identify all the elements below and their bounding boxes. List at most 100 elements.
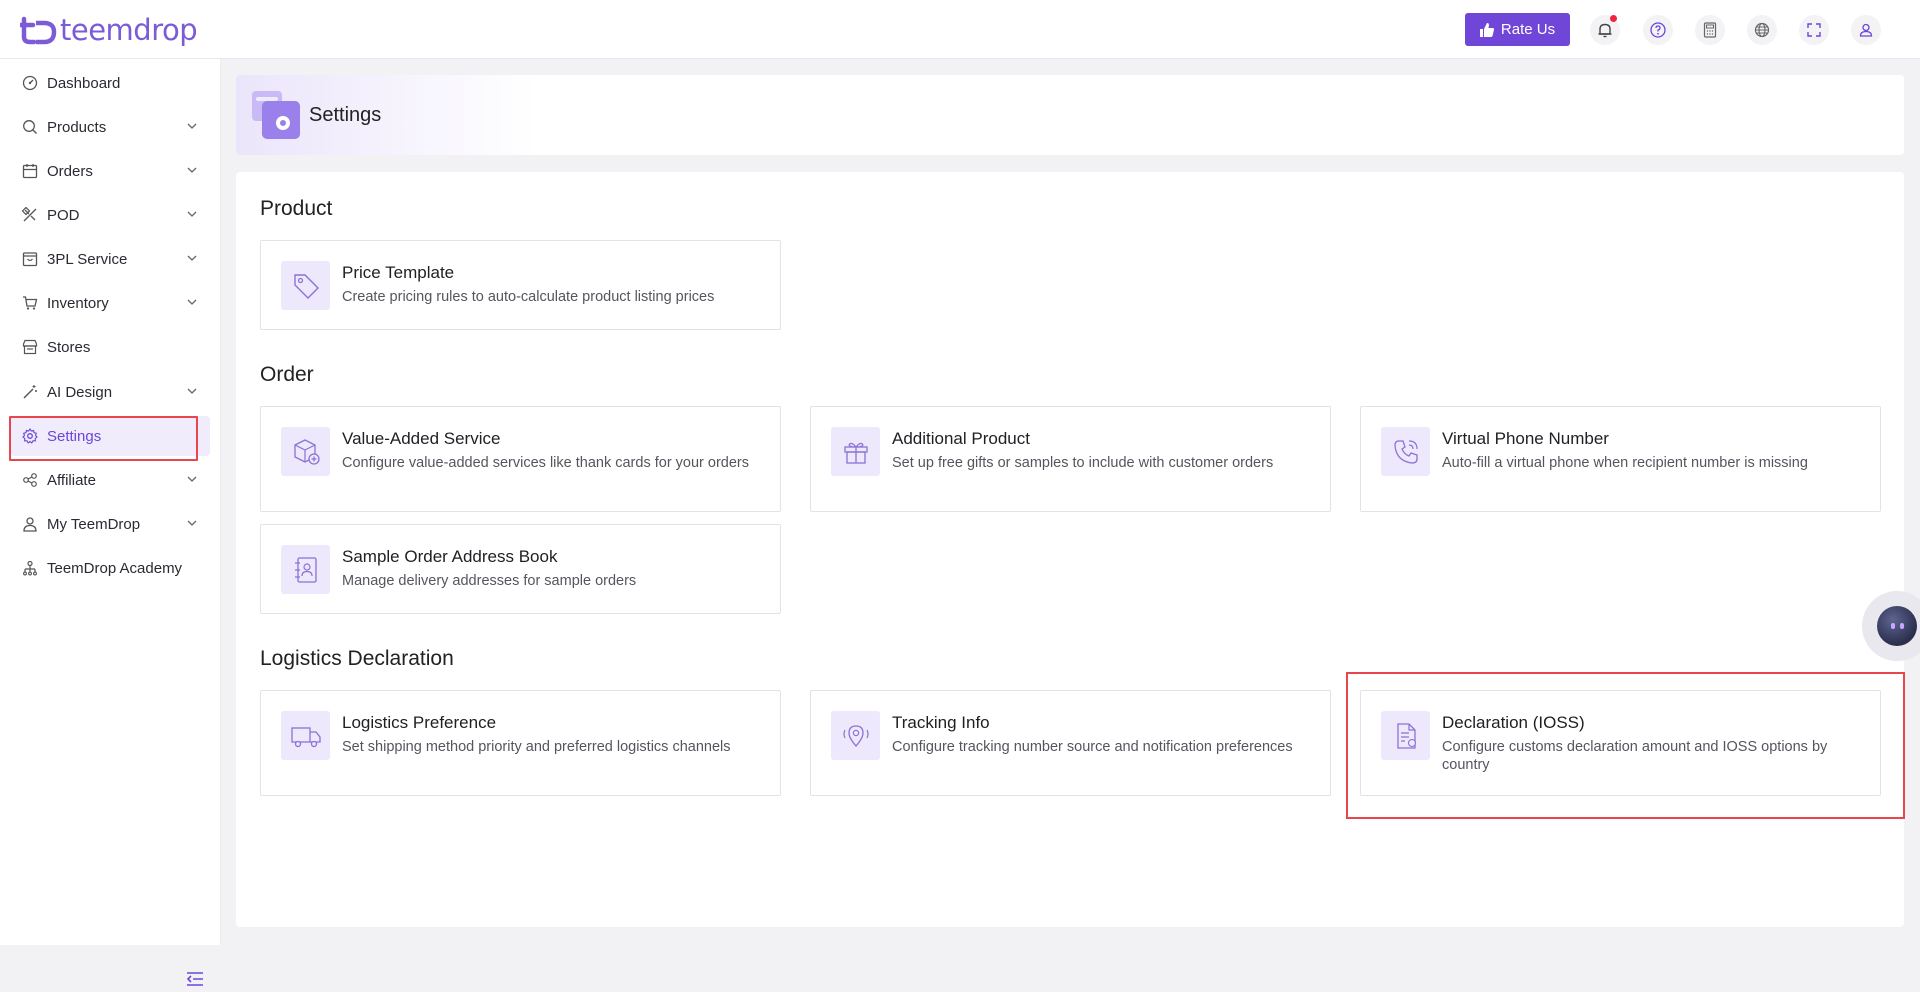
sidebar-item-label: 3PL Service: [47, 250, 128, 268]
chevron-down-icon: [187, 167, 197, 173]
sidebar-item-label: My TeemDrop: [47, 515, 141, 533]
card-title: Price Template: [342, 263, 455, 282]
sidebar-item-stores[interactable]: Stores: [10, 327, 210, 367]
phone-icon: [1381, 427, 1430, 476]
sidebar-item-label: Stores: [47, 338, 91, 356]
card-description: Auto-fill a virtual phone when recipient…: [1442, 455, 1808, 471]
help-icon: [1650, 22, 1666, 38]
notification-dot: [1610, 15, 1617, 22]
gift-icon: [831, 427, 880, 476]
price-tag-icon: [281, 261, 330, 310]
declaration-highlight-box: [1346, 672, 1905, 819]
collapse-sidebar-button[interactable]: [186, 971, 204, 992]
user-icon: [1859, 23, 1873, 37]
sidebar-item-inventory[interactable]: Inventory: [10, 283, 210, 323]
chevron-down-icon: [187, 299, 197, 305]
sidebar-item-label: Affiliate: [47, 471, 96, 489]
location-pin-icon: [831, 711, 880, 760]
package-plus-icon: [281, 427, 330, 476]
dashboard-icon: [21, 74, 39, 92]
card-title: Virtual Phone Number: [1442, 429, 1609, 448]
page-title: Settings: [309, 104, 382, 126]
cart-icon: [21, 294, 39, 312]
calculator-button[interactable]: [1695, 15, 1725, 45]
globe-icon: [1754, 22, 1770, 38]
bell-icon: [1598, 23, 1612, 38]
collapse-menu-icon: [186, 972, 203, 986]
sidebar-item-label: Inventory: [47, 294, 109, 312]
sidebar-item-label: Products: [47, 118, 107, 136]
warehouse-icon: [21, 250, 39, 268]
section-title-logistics: Logistics Declaration: [260, 647, 454, 670]
page-header: Settings: [236, 75, 1904, 155]
rate-us-label: Rate Us: [1500, 21, 1556, 38]
chevron-down-icon: [187, 255, 197, 261]
chevron-down-icon: [187, 211, 197, 217]
notification-button[interactable]: [1590, 15, 1620, 45]
sidebar-item-orders[interactable]: Orders: [10, 151, 210, 191]
card-title: Tracking Info: [892, 713, 990, 732]
section-title-product: Product: [260, 197, 333, 220]
card-logistics-preference[interactable]: Logistics Preference Set shipping method…: [260, 690, 781, 796]
card-tracking-info[interactable]: Tracking Info Configure tracking number …: [810, 690, 1331, 796]
chevron-down-icon: [187, 123, 197, 129]
address-book-icon: [281, 545, 330, 594]
user-icon: [21, 515, 39, 533]
card-description: Manage delivery addresses for sample ord…: [342, 573, 637, 589]
card-description: Set up free gifts or samples to include …: [892, 455, 1274, 471]
help-button[interactable]: [1643, 15, 1673, 45]
card-title: Sample Order Address Book: [342, 547, 558, 566]
sidebar-item-pod[interactable]: POD: [10, 195, 210, 235]
sidebar-item-teemdrop-academy[interactable]: TeemDrop Academy: [10, 548, 210, 588]
card-price-template[interactable]: Price Template Create pricing rules to a…: [260, 240, 781, 330]
sidebar-item-label: TeemDrop Academy: [47, 559, 183, 577]
calculator-icon: [1703, 22, 1717, 38]
sidebar-item-products[interactable]: Products: [10, 107, 210, 147]
language-button[interactable]: [1747, 15, 1777, 45]
sidebar-item-label: Dashboard: [47, 74, 121, 92]
robot-icon: [1877, 606, 1917, 646]
magic-wand-icon: [21, 383, 39, 401]
sidebar-item-label: AI Design: [47, 383, 113, 401]
account-button[interactable]: [1851, 15, 1881, 45]
sidebar-item-my-teemdrop[interactable]: My TeemDrop: [10, 504, 210, 544]
chevron-down-icon: [187, 388, 197, 394]
sidebar-item-label: POD: [47, 206, 80, 224]
card-title: Logistics Preference: [342, 713, 497, 732]
card-description: Set shipping method priority and preferr…: [342, 739, 731, 755]
sidebar-item-dashboard[interactable]: Dashboard: [10, 63, 210, 103]
logo-text: teemdrop: [60, 13, 198, 47]
search-icon: [21, 118, 39, 136]
sidebar-item-affiliate[interactable]: Affiliate: [10, 460, 210, 500]
settings-title-icon: [252, 91, 300, 139]
section-title-order: Order: [260, 363, 314, 386]
card-sample-order-address-book[interactable]: Sample Order Address Book Manage deliver…: [260, 524, 781, 614]
store-icon: [21, 338, 39, 356]
academy-icon: [21, 559, 39, 577]
card-additional-product[interactable]: Additional Product Set up free gifts or …: [810, 406, 1331, 512]
thumbs-up-icon: [1479, 22, 1494, 37]
card-title: Additional Product: [892, 429, 1030, 448]
share-icon: [21, 471, 39, 489]
card-title: Value-Added Service: [342, 429, 501, 448]
sidebar-item-3pl-service[interactable]: 3PL Service: [10, 239, 210, 279]
sidebar-item-label: Orders: [47, 162, 93, 180]
card-description: Configure tracking number source and not…: [892, 739, 1293, 755]
card-virtual-phone-number[interactable]: Virtual Phone Number Auto-fill a virtual…: [1360, 406, 1881, 512]
top-header: teemdrop Rate Us: [0, 0, 1920, 59]
sidebar: Dashboard Products Orders POD 3PL Servic…: [0, 59, 221, 986]
sidebar-item-ai-design[interactable]: AI Design: [10, 372, 210, 412]
calendar-icon: [21, 162, 39, 180]
chevron-down-icon: [187, 520, 197, 526]
logo[interactable]: teemdrop: [20, 12, 198, 48]
rate-us-button[interactable]: Rate Us: [1465, 13, 1570, 46]
fullscreen-button[interactable]: [1799, 15, 1829, 45]
card-description: Configure value-added services like than…: [342, 455, 750, 471]
card-description: Create pricing rules to auto-calculate p…: [342, 289, 715, 305]
fullscreen-icon: [1807, 23, 1821, 37]
settings-highlight-box: [9, 416, 198, 461]
chevron-down-icon: [187, 476, 197, 482]
design-tools-icon: [21, 206, 39, 224]
card-value-added-service[interactable]: Value-Added Service Configure value-adde…: [260, 406, 781, 512]
teemdrop-logo-icon: [20, 16, 57, 45]
